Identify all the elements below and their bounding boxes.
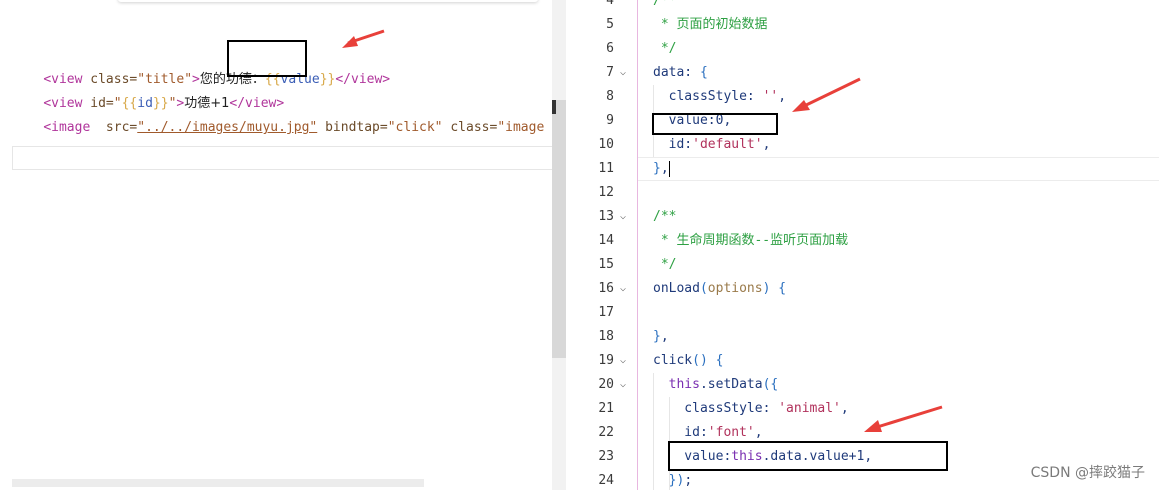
fold-chevron-icon[interactable]: ⌵: [620, 349, 630, 373]
code-line[interactable]: });: [653, 469, 692, 490]
fold-chevron-icon[interactable]: ⌵: [620, 373, 630, 397]
line-number: 14: [598, 233, 614, 248]
splitter-marker: [552, 100, 556, 114]
line-number: 16: [598, 281, 614, 296]
code-line[interactable]: */: [653, 37, 677, 61]
tag-open: <image: [43, 120, 91, 135]
line-number: 9: [606, 113, 614, 128]
code-line[interactable]: onLoad(options) {: [653, 277, 786, 301]
attr-name: class=: [442, 120, 498, 135]
code-line[interactable]: * 页面的初始数据: [653, 13, 768, 37]
highlight-box-setdata-value: [668, 441, 948, 471]
code-line[interactable]: classStyle: 'animal',: [653, 397, 848, 421]
code-line[interactable]: click() {: [653, 349, 723, 373]
code-line[interactable]: classStyle: '',: [653, 85, 786, 109]
js-editor-pane[interactable]: 4 5 6 7 ⌵ 8 9 10 11 12 13 ⌵ 14 15 16 ⌵ 17 18 19 ⌵ 20 ⌵ 21 22 23 2…: [566, 0, 1159, 490]
line-number: 15: [598, 257, 614, 272]
line-number: 8: [606, 89, 614, 104]
horizontal-scrollbar[interactable]: [12, 479, 424, 487]
line-number: 10: [598, 137, 614, 152]
line-number: 23: [598, 449, 614, 464]
gutter-border: [637, 0, 638, 490]
tag-end: </view>: [335, 72, 391, 87]
attr-name: bindtap=: [317, 120, 388, 135]
line-number: 7: [606, 65, 614, 80]
line-number: 22: [598, 425, 614, 440]
wxml-line-1[interactable]: <view class="title">您的功德：{{value}}</view…: [12, 50, 390, 87]
line-number: 18: [598, 329, 614, 344]
fold-chevron-icon[interactable]: ⌵: [620, 205, 630, 229]
line-number: 19: [598, 353, 614, 368]
annotation-arrow-icon: [792, 77, 861, 112]
attr-value: "click": [387, 120, 443, 135]
mustache-close: }}: [319, 72, 336, 87]
fold-chevron-icon[interactable]: ⌵: [620, 61, 630, 85]
fold-chevron-icon[interactable]: ⌵: [620, 277, 630, 301]
line-number: 12: [598, 185, 614, 200]
annotation-arrow-icon: [342, 29, 385, 48]
watermark: CSDN @摔跤猫子: [1030, 465, 1145, 481]
text-caret: [668, 160, 670, 177]
line-number: 11: [598, 161, 614, 176]
line-number: 24: [598, 473, 614, 488]
line-number: 17: [598, 305, 614, 320]
image-src-link[interactable]: "../../images/muyu.jpg": [137, 120, 317, 135]
vertical-scrollbar-thumb[interactable]: [552, 100, 566, 358]
current-line-highlight: [638, 157, 1159, 181]
code-line[interactable]: * 生命周期函数--监听页面加载: [653, 229, 848, 253]
line-number: 4: [606, 0, 614, 8]
popup-edge: [118, 0, 538, 2]
annotation-arrow-icon: [864, 405, 943, 432]
attr-name: src=: [90, 120, 138, 135]
empty-input-field[interactable]: [12, 146, 552, 170]
line-number: 21: [598, 401, 614, 416]
code-line[interactable]: data: {: [653, 61, 708, 85]
code-line[interactable]: },: [653, 325, 669, 349]
code-line[interactable]: },: [653, 157, 670, 181]
line-number: 13: [598, 209, 614, 224]
pane-splitter[interactable]: [552, 0, 566, 490]
wxml-editor-pane[interactable]: <view class="title">您的功德：{{value}}</view…: [0, 0, 552, 490]
wxml-line-3[interactable]: <image src="../../images/muyu.jpg" bindt…: [12, 98, 552, 135]
line-number: 6: [606, 41, 614, 56]
highlight-box-value-binding: [227, 40, 307, 77]
code-line[interactable]: this.setData({: [653, 373, 779, 397]
code-line[interactable]: */: [653, 253, 677, 277]
attr-value: "image: [497, 120, 552, 135]
highlight-box-data-value: [652, 113, 778, 135]
code-line[interactable]: /**: [653, 205, 676, 229]
line-number: 20: [598, 377, 614, 392]
code-line[interactable]: id:'default',: [653, 133, 771, 157]
line-number: 5: [606, 17, 614, 32]
wxml-line-2[interactable]: <view id="{{id}}">功德+1</view>: [12, 74, 284, 111]
code-line[interactable]: /**: [653, 0, 676, 13]
